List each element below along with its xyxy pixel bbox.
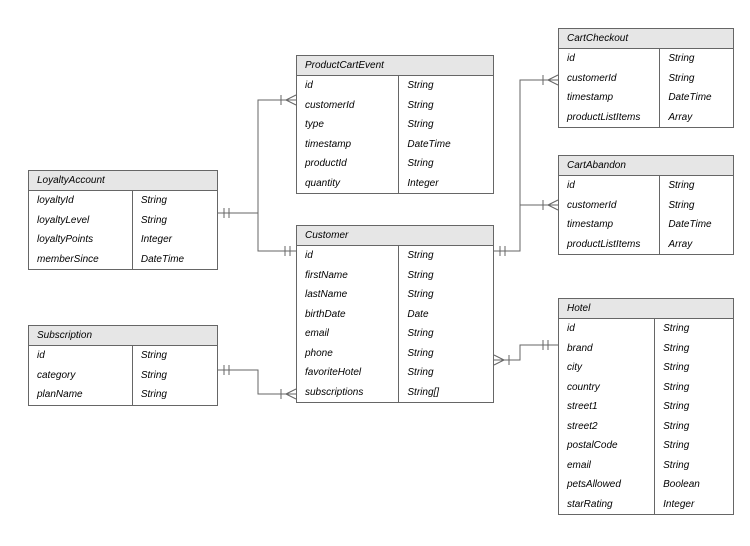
entity-loyalty-account: LoyaltyAccount loyaltyId loyaltyLevel lo… <box>28 170 218 270</box>
entity-title: LoyaltyAccount <box>29 171 217 191</box>
field-type: String <box>660 196 733 216</box>
field-type: DateTime <box>660 215 733 235</box>
field-name: loyaltyLevel <box>29 211 132 231</box>
field-name: timestamp <box>559 215 659 235</box>
field-name: productListItems <box>559 235 659 255</box>
field-name: city <box>559 358 654 378</box>
field-type: String <box>655 319 733 339</box>
field-type: String <box>399 154 493 174</box>
field-type: String <box>655 339 733 359</box>
field-type: String <box>660 176 733 196</box>
field-type: String <box>399 76 493 96</box>
field-name: loyaltyPoints <box>29 230 132 250</box>
field-type: String <box>655 397 733 417</box>
field-type: String <box>133 211 217 231</box>
field-type: String <box>133 366 217 386</box>
field-name: memberSince <box>29 250 132 270</box>
field-name: category <box>29 366 132 386</box>
field-type: String <box>655 358 733 378</box>
field-name: customerId <box>559 69 659 89</box>
field-type: String <box>399 266 493 286</box>
field-name: timestamp <box>559 88 659 108</box>
field-name: favoriteHotel <box>297 363 398 383</box>
field-name: productListItems <box>559 108 659 128</box>
field-type: String <box>399 285 493 305</box>
field-type: DateTime <box>399 135 493 155</box>
field-type: String <box>133 385 217 405</box>
field-name: quantity <box>297 174 398 194</box>
entity-title: CartCheckout <box>559 29 733 49</box>
field-type: DateTime <box>133 250 217 270</box>
field-type: DateTime <box>660 88 733 108</box>
field-name: postalCode <box>559 436 654 456</box>
field-name: subscriptions <box>297 383 398 403</box>
entity-title: Customer <box>297 226 493 246</box>
field-name: firstName <box>297 266 398 286</box>
entity-title: CartAbandon <box>559 156 733 176</box>
field-name: country <box>559 378 654 398</box>
field-name: street2 <box>559 417 654 437</box>
entity-title: Subscription <box>29 326 217 346</box>
field-type: String <box>660 69 733 89</box>
entity-subscription: Subscription id category planName String… <box>28 325 218 406</box>
field-type: String <box>399 115 493 135</box>
field-type: String <box>655 417 733 437</box>
field-name: lastName <box>297 285 398 305</box>
field-type: String <box>399 324 493 344</box>
field-name: brand <box>559 339 654 359</box>
field-type: String <box>655 456 733 476</box>
field-name: customerId <box>559 196 659 216</box>
entity-cart-abandon: CartAbandon id customerId timestamp prod… <box>558 155 734 255</box>
field-type: Array <box>660 235 733 255</box>
field-type: String[] <box>399 383 493 403</box>
entity-title: Hotel <box>559 299 733 319</box>
field-name: loyaltyId <box>29 191 132 211</box>
field-name: street1 <box>559 397 654 417</box>
field-name: email <box>297 324 398 344</box>
entity-product-cart-event: ProductCartEvent id customerId type time… <box>296 55 494 194</box>
field-type: String <box>660 49 733 69</box>
field-type: Boolean <box>655 475 733 495</box>
field-type: Integer <box>133 230 217 250</box>
field-type: Integer <box>655 495 733 515</box>
field-name: id <box>559 49 659 69</box>
field-name: type <box>297 115 398 135</box>
field-name: petsAllowed <box>559 475 654 495</box>
entity-title: ProductCartEvent <box>297 56 493 76</box>
field-name: planName <box>29 385 132 405</box>
entity-customer: Customer id firstName lastName birthDate… <box>296 225 494 403</box>
field-type: String <box>399 96 493 116</box>
field-type: String <box>399 246 493 266</box>
field-name: id <box>297 76 398 96</box>
field-name: birthDate <box>297 305 398 325</box>
field-name: phone <box>297 344 398 364</box>
field-name: customerId <box>297 96 398 116</box>
field-type: String <box>133 346 217 366</box>
field-name: id <box>559 176 659 196</box>
field-type: String <box>655 378 733 398</box>
field-name: id <box>559 319 654 339</box>
field-type: Array <box>660 108 733 128</box>
field-type: Date <box>399 305 493 325</box>
entity-cart-checkout: CartCheckout id customerId timestamp pro… <box>558 28 734 128</box>
field-type: Integer <box>399 174 493 194</box>
field-name: id <box>297 246 398 266</box>
field-type: String <box>133 191 217 211</box>
field-name: timestamp <box>297 135 398 155</box>
field-name: productId <box>297 154 398 174</box>
entity-hotel: Hotel id brand city country street1 stre… <box>558 298 734 515</box>
field-type: String <box>399 344 493 364</box>
field-name: email <box>559 456 654 476</box>
field-type: String <box>399 363 493 383</box>
field-name: starRating <box>559 495 654 515</box>
field-type: String <box>655 436 733 456</box>
field-name: id <box>29 346 132 366</box>
